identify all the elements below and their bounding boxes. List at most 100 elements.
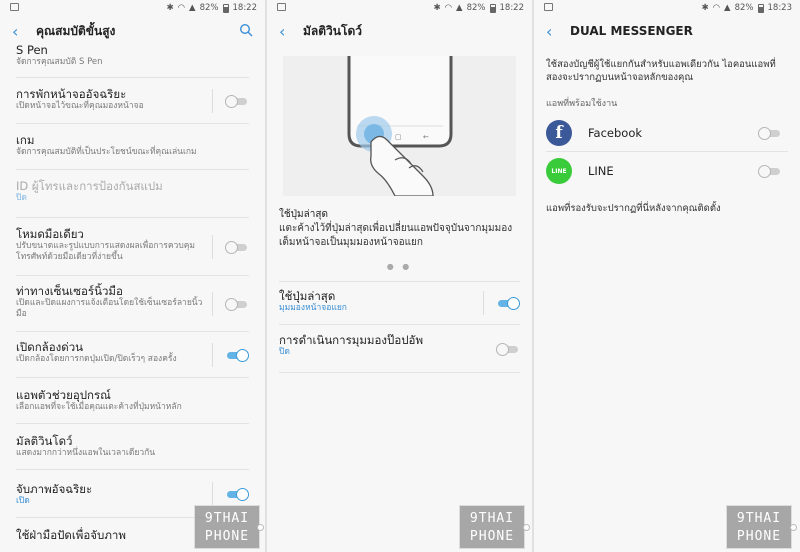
setting-subtitle: ปรับขนาดและรูปแบบการแสดงผลเพื่อการควบคุม… xyxy=(16,241,196,262)
app-row-line[interactable]: LINE LINE xyxy=(546,152,788,190)
setting-caller-id[interactable]: ID ผู้โทรและการป้องกันสแปม ปิด xyxy=(16,170,249,218)
setting-subtitle: เลือกแอพที่จะใช้เมื่อคุณแตะค้างที่ปุ่มหน… xyxy=(16,402,182,412)
hand-tap-illustration: ▢ ← xyxy=(347,56,453,196)
setting-smart-stay[interactable]: การพักหน้าจออัจฉริยะ เปิดหน้าจอไว้ขณะที่… xyxy=(16,78,249,124)
gallery-notification-icon xyxy=(544,3,553,11)
setting-title: โหมดมือเดียว xyxy=(16,227,84,241)
svg-text:←: ← xyxy=(423,133,429,141)
battery-icon xyxy=(489,3,496,13)
divider xyxy=(212,291,213,316)
smart-capture-toggle[interactable] xyxy=(225,487,249,501)
signal-icon: ▲ xyxy=(189,3,196,13)
multi-window-screen: ✱ ◠ ▲ 82% 18:22 ‹ มัลติวินโดว์ ▢ ← ใช้ปุ… xyxy=(267,0,532,552)
setting-multi-window[interactable]: มัลติวินโดว์ แสดงมากกว่าหนึ่งแอพในเวลาเด… xyxy=(16,424,249,470)
watermark-line2: PHONE xyxy=(204,529,250,544)
back-arrow-icon[interactable]: ‹ xyxy=(12,22,32,41)
divider xyxy=(212,88,213,113)
battery-percent: 82% xyxy=(199,3,219,13)
setting-s-pen[interactable]: S Pen จัดการคุณสมบัติ S Pen xyxy=(16,42,249,78)
back-arrow-icon[interactable]: ‹ xyxy=(546,22,566,41)
watermark-line2: PHONE xyxy=(736,529,782,544)
back-arrow-icon[interactable]: ‹ xyxy=(279,22,299,41)
bluetooth-icon: ✱ xyxy=(701,3,709,13)
setting-one-handed-mode[interactable]: โหมดมือเดียว ปรับขนาดและรูปแบบการแสดงผลเ… xyxy=(16,218,249,276)
app-bar: ‹ DUAL MESSENGER xyxy=(534,16,800,46)
recent-button-toggle[interactable] xyxy=(496,296,520,310)
description-title: ใช้ปุ่มล่าสุด xyxy=(279,209,328,220)
setting-use-recent-button[interactable]: ใช้ปุ่มล่าสุด มุมมองหน้าจอแยก xyxy=(279,281,520,325)
setting-title: เปิดกล้องด่วน xyxy=(16,340,84,354)
finger-gestures-toggle[interactable] xyxy=(225,297,249,311)
status-icons: ✱ ◠ ▲ 82% 18:23 xyxy=(702,3,793,13)
watermark-line1: 9THAI xyxy=(204,511,250,526)
svg-text:▢: ▢ xyxy=(395,133,402,141)
gallery-notification-icon xyxy=(277,3,286,11)
setting-subtitle: เปิดกล้องโดยการกดปุ่มเปิด/ปิดเร็วๆ สองคร… xyxy=(16,354,177,364)
battery-percent: 82% xyxy=(466,3,486,13)
setting-subtitle: จัดการคุณสมบัติ S Pen xyxy=(16,57,103,67)
setting-title: การดำเนินการมุมมองป๊อปอัพ xyxy=(279,333,424,347)
setting-title: ท่าทางเซ็นเซอร์นิ้วมือ xyxy=(16,284,123,298)
page-title: คุณสมบัติขั้นสูง xyxy=(36,23,116,38)
setting-title: ใช้ปุ่มล่าสุด xyxy=(279,289,336,303)
quick-camera-toggle[interactable] xyxy=(225,348,249,362)
setting-title: เกม xyxy=(16,133,35,147)
section-header: แอพที่พร้อมใช้งาน xyxy=(546,99,618,109)
wifi-icon: ◠ xyxy=(444,3,453,13)
setting-subtitle: เปิดและปิดแผงการแจ้งเตือนโดยใช้เซ็นเซอร์… xyxy=(16,298,203,319)
page-title: DUAL MESSENGER xyxy=(570,24,693,38)
setting-subtitle: ปิด xyxy=(279,347,290,357)
clock: 18:22 xyxy=(499,3,525,13)
setting-subtitle: มุมมองหน้าจอแยก xyxy=(279,303,347,313)
setting-title: แอพตัวช่วยอุปกรณ์ xyxy=(16,388,111,402)
battery-icon xyxy=(222,3,229,13)
search-icon[interactable] xyxy=(239,23,253,37)
recent-button-illustration: ▢ ← xyxy=(283,56,516,196)
footer-note: แอพที่รองรับจะปรากฏที่นี่หลังจากคุณติดตั… xyxy=(546,203,721,214)
setting-quick-launch-camera[interactable]: เปิดกล้องด่วน เปิดกล้องโดยการกดปุ่มเปิด/… xyxy=(16,332,249,378)
settings-list: S Pen จัดการคุณสมบัติ S Pen การพักหน้าจอ… xyxy=(0,42,265,548)
setting-title: ใช้ฝ่ามือปัดเพื่อจับภาพ xyxy=(16,528,126,542)
status-bar: ✱ ◠ ▲ 82% 18:22 xyxy=(0,0,265,16)
popup-view-toggle[interactable] xyxy=(496,342,520,356)
setting-device-assistance-app[interactable]: แอพตัวช่วยอุปกรณ์ เลือกแอพที่จะใช้เมื่อค… xyxy=(16,378,249,424)
app-name: Facebook xyxy=(588,125,643,140)
clock: 18:22 xyxy=(232,3,258,13)
one-handed-toggle[interactable] xyxy=(225,240,249,254)
watermark-dot xyxy=(257,524,264,531)
setting-subtitle: แสดงมากกว่าหนึ่งแอพในเวลาเดียวกัน xyxy=(16,448,156,458)
watermark-logo: 9THAI PHONE xyxy=(726,505,792,549)
watermark-logo: 9THAI PHONE xyxy=(194,505,260,549)
setting-title: S Pen xyxy=(16,43,48,57)
status-bar: ✱ ◠ ▲ 82% 18:22 xyxy=(267,0,532,16)
setting-subtitle: เปิด xyxy=(16,496,30,506)
smart-stay-toggle[interactable] xyxy=(225,94,249,108)
status-icons: ✱ ◠ ▲ 82% 18:22 xyxy=(167,3,258,13)
facebook-toggle[interactable] xyxy=(758,126,782,140)
divider xyxy=(212,234,213,259)
setting-finger-sensor-gestures[interactable]: ท่าทางเซ็นเซอร์นิ้วมือ เปิดและปิดแผงการแ… xyxy=(16,276,249,332)
gallery-notification-icon xyxy=(10,3,19,11)
setting-subtitle: ปิด xyxy=(16,193,27,203)
advanced-features-screen: ✱ ◠ ▲ 82% 18:22 ‹ คุณสมบัติขั้นสูง S Pen… xyxy=(0,0,265,552)
app-row-facebook[interactable]: f Facebook xyxy=(546,114,788,152)
watermark-dot xyxy=(790,524,797,531)
clock: 18:23 xyxy=(767,3,793,13)
screens-container: ✱ ◠ ▲ 82% 18:22 ‹ คุณสมบัติขั้นสูง S Pen… xyxy=(0,0,800,552)
setting-title: การพักหน้าจออัจฉริยะ xyxy=(16,87,127,101)
settings-list: ใช้ปุ่มล่าสุด มุมมองหน้าจอแยก การดำเนินก… xyxy=(267,281,532,373)
feature-description: ใช้ปุ่มล่าสุด แตะค้างไว้ที่ปุ่มล่าสุดเพื… xyxy=(267,196,532,250)
setting-popup-view-action[interactable]: การดำเนินการมุมมองป๊อปอัพ ปิด xyxy=(279,325,520,373)
setting-title: จับภาพอัจฉริยะ xyxy=(16,482,93,496)
watermark-dot xyxy=(523,524,530,531)
battery-percent: 82% xyxy=(734,3,754,13)
battery-icon xyxy=(757,3,764,13)
facebook-icon: f xyxy=(546,119,572,146)
setting-games[interactable]: เกม จัดการคุณสมบัติที่เป็นประโยชน์ขณะที่… xyxy=(16,124,249,170)
line-toggle[interactable] xyxy=(758,164,782,178)
setting-subtitle: เปิดหน้าจอไว้ขณะที่คุณมองหน้าจอ xyxy=(16,101,144,111)
wifi-icon: ◠ xyxy=(712,3,721,13)
app-bar: ‹ มัลติวินโดว์ xyxy=(267,16,532,46)
app-name: LINE xyxy=(588,164,614,178)
divider xyxy=(212,481,213,506)
